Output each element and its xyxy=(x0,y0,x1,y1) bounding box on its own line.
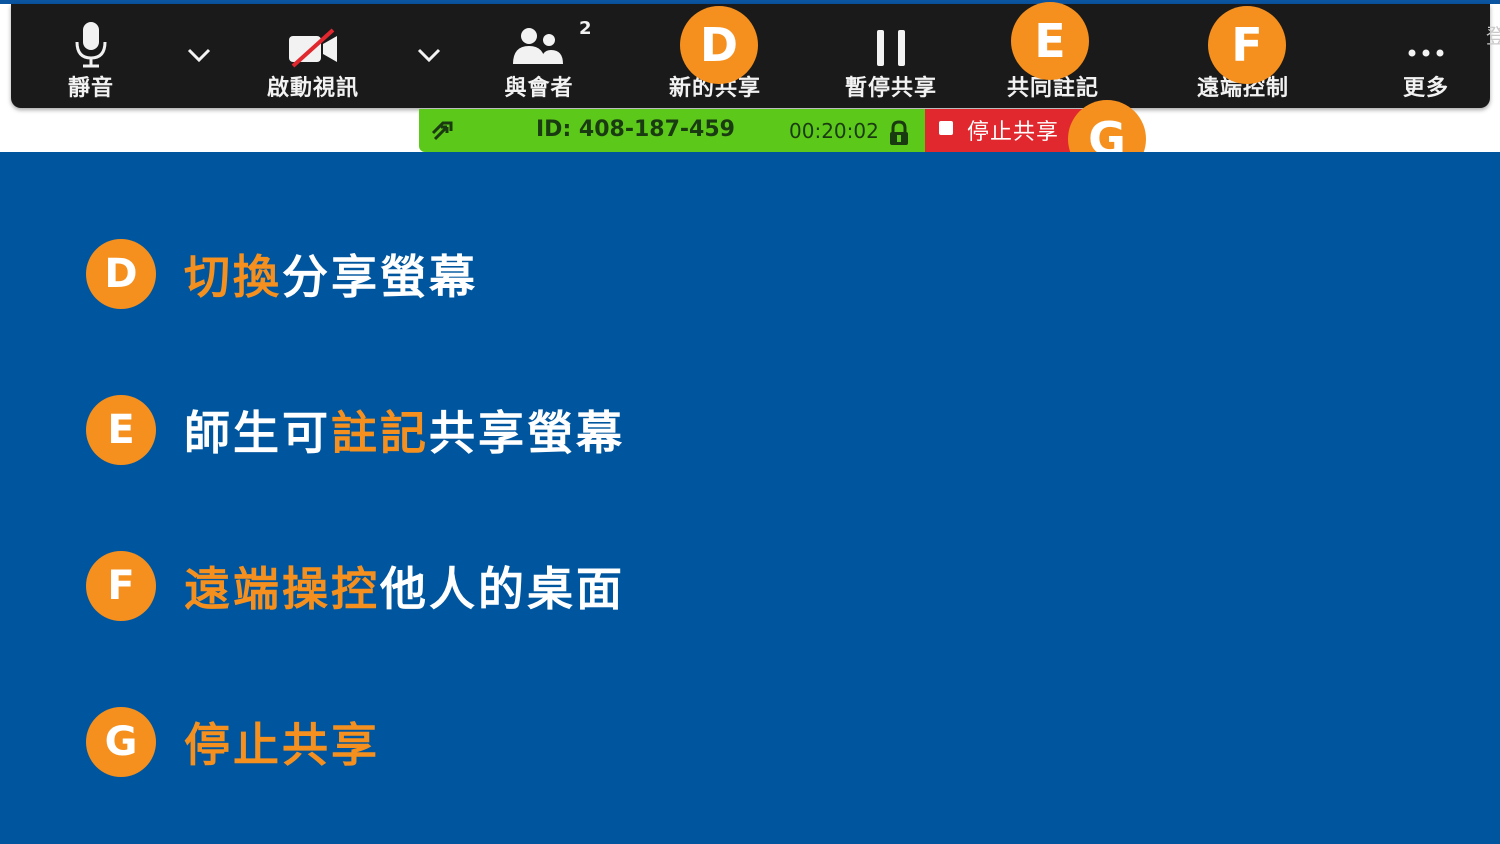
participants-count: 2 xyxy=(579,18,592,39)
participants-label: 與會者 xyxy=(504,76,574,101)
legend-text-f: 遠端操控他人的桌面 xyxy=(184,562,625,616)
lock-icon xyxy=(890,120,908,145)
meeting-id: ID: 408-187-459 xyxy=(536,117,735,142)
pause-icon xyxy=(871,4,911,68)
legend-row-f: F 遠端操控他人的桌面 xyxy=(86,550,625,622)
legend-badge-g: G xyxy=(86,707,156,777)
legend-badge-d: D xyxy=(86,239,156,309)
meeting-shield-icon xyxy=(431,121,453,141)
video-off-icon xyxy=(287,4,339,68)
mute-label: 靜音 xyxy=(67,76,114,101)
elapsed-time: 00:20:02 xyxy=(789,119,879,143)
legend-badge-f: F xyxy=(86,551,156,621)
video-options-chevron-icon[interactable] xyxy=(414,40,444,70)
mute-button[interactable]: 靜音 xyxy=(60,4,122,108)
pause-share-label: 暫停共享 xyxy=(844,76,937,101)
participants-button[interactable]: 2 與會者 xyxy=(499,4,592,108)
participants-icon: 2 xyxy=(511,4,592,68)
start-video-button[interactable]: 啟動視訊 xyxy=(263,4,363,108)
callout-badge-f: F xyxy=(1208,6,1286,84)
legend-row-d: D 切換分享螢幕 xyxy=(86,238,478,310)
legend-text-e: 師生可註記共享螢幕 xyxy=(184,406,625,460)
more-label: 更多 xyxy=(1402,76,1449,101)
legend-text-d: 切換分享螢幕 xyxy=(184,250,478,304)
legend-text-g: 停止共享 xyxy=(184,718,380,772)
legend-row-g: G 停止共享 xyxy=(86,706,380,778)
microphone-icon xyxy=(73,4,109,68)
video-label: 啟動視訊 xyxy=(266,76,359,101)
more-button[interactable]: 更多 xyxy=(1396,4,1456,108)
edge-clipped-glyph: 登 xyxy=(1486,24,1500,48)
audio-options-chevron-icon[interactable] xyxy=(184,40,214,70)
stop-share-label: 停止共享 xyxy=(967,120,1060,145)
stop-square-icon xyxy=(939,121,953,135)
pause-share-button[interactable]: 暫停共享 xyxy=(841,4,941,108)
legend-badge-e: E xyxy=(86,395,156,465)
callout-badge-e: E xyxy=(1011,2,1089,80)
callout-badge-d: D xyxy=(680,6,758,84)
legend-row-e: E 師生可註記共享螢幕 xyxy=(86,394,625,466)
more-dots-icon xyxy=(1406,4,1446,68)
